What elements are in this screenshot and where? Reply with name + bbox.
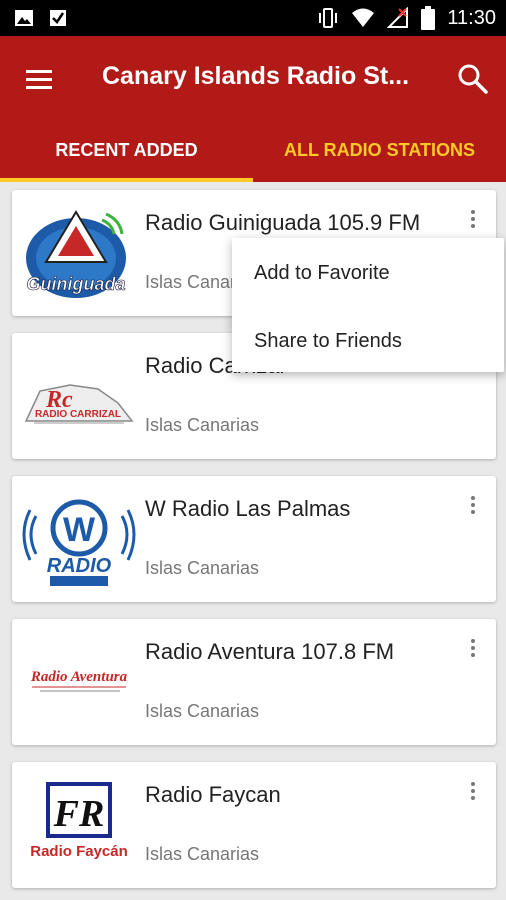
tab-all-radio-stations-label: ALL RADIO STATIONS [284,140,475,160]
download-check-icon [50,10,66,26]
status-time: 11:30 [447,6,496,29]
tab-recent-added-label: RECENT ADDED [55,140,198,160]
more-options-icon[interactable] [464,208,482,234]
tab-bar: RECENT ADDED ALL RADIO STATIONS [0,128,506,182]
svg-text:RADIO CARRIZAL: RADIO CARRIZAL [35,409,121,420]
battery-icon [421,6,436,30]
svg-text:RADIO: RADIO [47,555,112,577]
tab-all-radio-stations[interactable]: ALL RADIO STATIONS [253,128,506,182]
search-icon[interactable] [456,62,490,96]
svg-text:Guiniguada: Guiniguada [27,274,126,294]
station-name: W Radio Las Palmas [145,496,351,521]
app-bar: Canary Islands Radio St... RECENT ADDED … [0,36,506,182]
station-logo-faycan: FR Radio Faycán [30,782,128,860]
app-title: Canary Islands Radio St... [102,62,410,90]
image-icon [15,10,33,26]
more-options-icon[interactable] [464,494,482,520]
more-options-icon[interactable] [464,637,482,663]
station-logo-aventura: Radio Aventura [30,669,128,692]
no-signal-icon [387,7,409,28]
status-bar-right: 11:30 [317,6,496,30]
menu-item-share-to-friends[interactable]: Share to Friends [254,330,402,353]
vibrate-icon [319,8,338,28]
tab-recent-added[interactable]: RECENT ADDED [0,128,253,182]
station-name: Radio Guiniguada 105.9 FM [145,210,421,235]
popup-menu: Add to Favorite Share to Friends [232,238,504,372]
station-logo-guiniguada: Guiniguada [26,210,126,298]
station-subtitle: Islas Canarias [145,415,260,435]
svg-text:Radio Faycán: Radio Faycán [30,843,128,860]
status-bar: 11:30 [0,0,506,36]
status-bar-left [14,8,68,28]
svg-text:Radio Aventura: Radio Aventura [30,669,128,685]
station-subtitle: Islas Canarias [145,701,260,721]
station-subtitle: Islas Canarias [145,558,260,578]
station-logo-carrizal: Rc RADIO CARRIZAL [24,384,134,424]
station-name: Radio Faycan [145,782,281,807]
more-options-icon[interactable] [464,780,482,806]
svg-text:W: W [63,511,96,549]
station-logo-w-radio: W RADIO [22,499,136,586]
svg-text:FR: FR [53,793,105,835]
hamburger-menu-icon[interactable] [22,62,58,98]
station-subtitle: Islas Canarias [145,844,260,864]
station-card[interactable]: FR Radio Faycán Radio Faycan Islas Canar… [12,762,496,888]
menu-item-add-to-favorite[interactable]: Add to Favorite [254,262,390,285]
wifi-icon [352,8,375,27]
station-name: Radio Aventura 107.8 FM [145,639,395,664]
tab-indicator [0,178,253,182]
station-card[interactable]: Radio Aventura Radio Aventura 107.8 FM I… [12,619,496,745]
station-card[interactable]: W RADIO W Radio Las Palmas Islas Canaria… [12,476,496,602]
